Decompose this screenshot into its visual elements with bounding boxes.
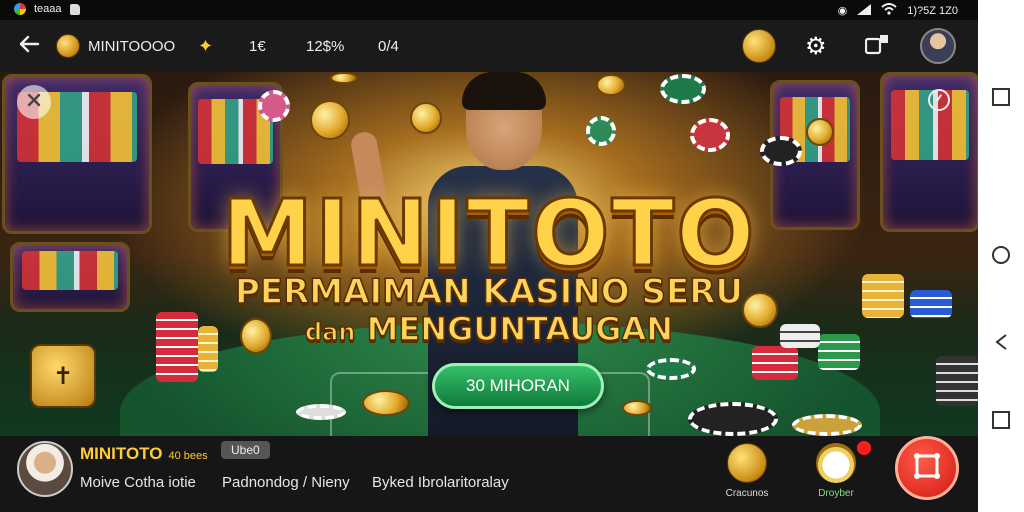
brand-badge: 40 bees — [168, 450, 208, 462]
trophy-image: ✝ — [30, 344, 96, 408]
bottom-link-3[interactable]: Byked Ibrolaritoralay — [372, 474, 509, 491]
status-time: 1)?5Z 1Z0 — [907, 4, 958, 17]
chip-stack-image — [936, 356, 978, 406]
cta-button[interactable]: 30 MIHORAN — [432, 363, 604, 409]
signal-icon — [857, 3, 872, 18]
coin-image — [330, 72, 358, 84]
chip-stack-image — [752, 346, 798, 380]
back-icon — [18, 35, 40, 57]
bottom-link-1[interactable]: Moive Cotha iotie — [80, 474, 196, 491]
notification-dot — [857, 441, 871, 455]
overview-button[interactable] — [991, 410, 1011, 434]
chip-image — [296, 404, 346, 420]
bottom-link-2[interactable]: Padnondog / Nieny — [222, 474, 350, 491]
user-avatar-button[interactable] — [920, 20, 956, 72]
home-button[interactable] — [991, 245, 1011, 270]
square-icon — [992, 410, 1010, 434]
coin-bag-button[interactable] — [742, 20, 776, 72]
logo-coin-icon — [56, 34, 80, 58]
chip-image — [660, 74, 706, 104]
status-bar: teaaa ◉ 1)?5Z 1Z0 — [0, 0, 978, 20]
banner-subtitle-line1: PERMAIMAN KASINO SERU — [234, 271, 744, 313]
coin-image — [622, 400, 652, 416]
app-title: MINITOOOO — [88, 37, 176, 55]
gift-icon: ✦ — [198, 35, 214, 56]
coin-bag-icon — [742, 29, 776, 63]
app-screen: teaaa ◉ 1)?5Z 1Z0 MINITOOOO ✦ 1€ 12$% 0/… — [0, 0, 978, 512]
status-app-name: teaaa — [34, 3, 62, 15]
chip-image — [688, 402, 778, 436]
appbar-item-3[interactable]: 0/4 — [378, 20, 399, 72]
banner-subtitle-line2: dan MENGUNTAUGAN — [0, 309, 978, 349]
gift-button[interactable]: ✦ — [198, 20, 213, 72]
timer-icon[interactable] — [928, 89, 950, 111]
coin-image — [410, 102, 442, 134]
shortcut-1-button[interactable] — [724, 440, 770, 486]
status-tag[interactable]: Ube0 — [221, 441, 270, 459]
back-triangle-icon — [994, 333, 1008, 356]
appbar-item-2[interactable]: 12$% — [306, 20, 344, 72]
chip-image — [258, 90, 290, 122]
share-button[interactable] — [864, 20, 889, 72]
settings-button[interactable]: ⚙ — [805, 20, 827, 72]
coin-image — [362, 390, 410, 416]
stop-button[interactable] — [895, 436, 959, 500]
recents-button[interactable] — [991, 87, 1011, 111]
back-button[interactable] — [18, 20, 40, 72]
share-icon — [864, 33, 889, 59]
banner-title: MINITOTO — [220, 179, 757, 289]
recents-icon — [992, 87, 1010, 111]
profile-avatar[interactable] — [17, 441, 73, 497]
close-icon — [26, 92, 42, 113]
settings-icon: ⚙ — [805, 32, 827, 60]
shortcut-2-label: Droyber — [818, 488, 854, 499]
shortcut-1-label: Cracunos — [725, 488, 769, 499]
banner-subtitle-prefix: dan — [304, 317, 356, 347]
brand-name: MINITOTO — [80, 444, 163, 463]
user-avatar — [920, 28, 956, 64]
system-nav-bar — [978, 0, 1024, 512]
app-icon — [14, 3, 26, 15]
brand-block: MINITOTO 40 bees — [80, 444, 208, 464]
mascot-icon — [816, 443, 856, 483]
banner-subtitle-main: MENGUNTAUGAN — [366, 309, 674, 349]
appbar-item-1[interactable]: 1€ — [249, 20, 266, 72]
sim-icon — [69, 3, 80, 15]
chip-image — [792, 414, 862, 436]
chip-image — [646, 358, 696, 380]
stop-icon — [913, 452, 941, 485]
app-title-group[interactable]: MINITOOOO — [56, 20, 175, 72]
chip-image — [760, 136, 802, 166]
top-app-bar: MINITOOOO ✦ 1€ 12$% 0/4 ⚙ — [0, 20, 978, 72]
shortcut-2-button[interactable] — [813, 440, 859, 486]
coin-image — [806, 118, 834, 146]
gold-coin-icon — [727, 443, 767, 483]
coin-image — [310, 100, 350, 140]
coin-image — [596, 74, 626, 96]
silent-icon: ◉ — [837, 5, 848, 17]
back-nav-button[interactable] — [991, 333, 1011, 356]
promo-banner[interactable]: ✝ MINITOTO PERMAIMAN KASINO SERU dan MEN… — [0, 72, 978, 436]
wifi-icon — [881, 3, 897, 18]
chip-image — [690, 118, 730, 152]
chip-image — [586, 116, 616, 146]
bottom-bar: MINITOTO 40 bees Ube0 Moive Cotha iotie … — [0, 436, 978, 512]
home-icon — [991, 245, 1011, 270]
close-banner-button[interactable] — [17, 85, 51, 119]
